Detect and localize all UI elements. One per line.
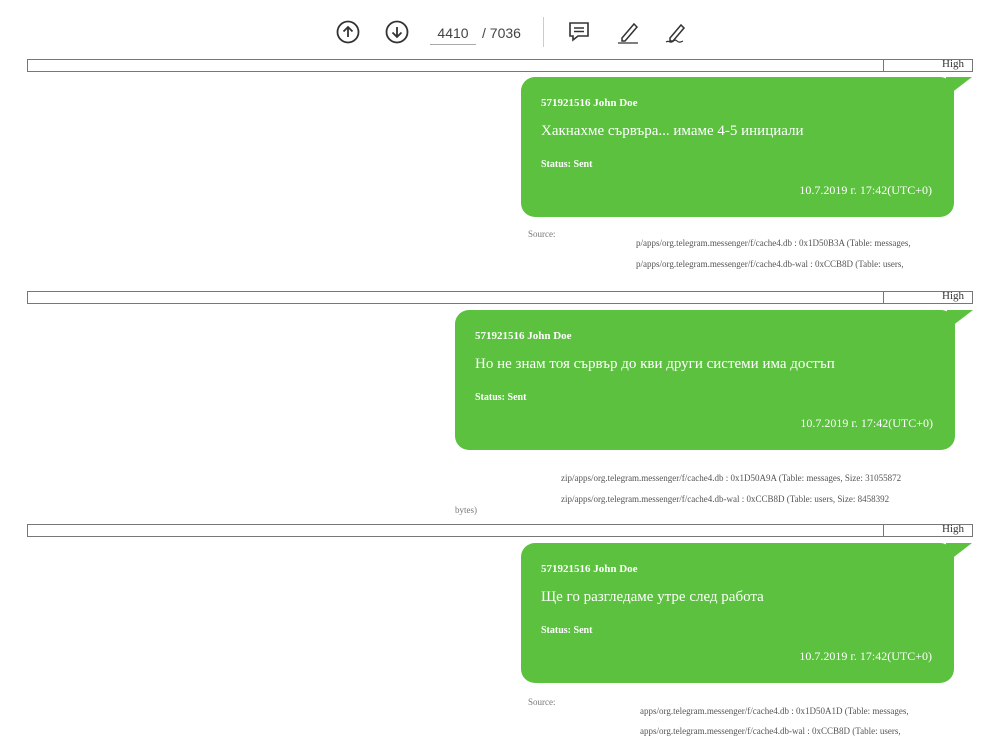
page-number-input[interactable]: 4410 [430, 22, 476, 45]
pdf-toolbar: 4410 / 7036 [0, 0, 985, 62]
highlight-button[interactable] [614, 18, 642, 46]
source-line: p/apps/org.telegram.messenger/f/cache4.d… [636, 259, 904, 269]
message-text: Хакнахме сървъра... имаме 4-5 инициали [541, 123, 804, 139]
record-header-row: High [27, 523, 973, 537]
message-status: Status: Sent [475, 392, 527, 403]
message-timestamp: 10.7.2019 г. 17:42(UTC+0) [799, 649, 932, 663]
toolbar-divider [543, 17, 544, 47]
message-timestamp: 10.7.2019 г. 17:42(UTC+0) [799, 183, 932, 197]
sign-button[interactable] [663, 18, 691, 46]
message-text: Но не знам тоя сървър до кви други систе… [475, 356, 835, 372]
message-sender: 571921516 John Doe [541, 97, 638, 109]
message-text: Ще го разгледаме утре след работа [541, 589, 764, 605]
message-status: Status: Sent [541, 625, 593, 636]
page-total: / 7036 [482, 25, 521, 41]
source-line: apps/org.telegram.messenger/f/cache4.db … [640, 706, 909, 716]
record-header-row: High [27, 58, 973, 72]
chat-message-bubble[interactable]: 571921516 John Doe Хакнахме сървъра... и… [521, 77, 972, 217]
priority-label: High [942, 58, 964, 70]
signature-pen-icon [665, 23, 686, 43]
source-label: Source: [528, 697, 556, 707]
chat-message-bubble[interactable]: 571921516 John Doe Но не знам тоя сървър… [455, 310, 973, 450]
source-line: apps/org.telegram.messenger/f/cache4.db-… [640, 726, 901, 736]
comment-button[interactable] [565, 18, 593, 46]
priority-label: High [942, 290, 964, 302]
source-line: zip/apps/org.telegram.messenger/f/cache4… [561, 473, 902, 483]
message-sender: 571921516 John Doe [541, 563, 638, 575]
source-line: zip/apps/org.telegram.messenger/f/cache4… [561, 494, 890, 504]
highlighter-pen-icon [618, 22, 639, 44]
next-page-button[interactable] [383, 18, 411, 46]
source-label: Source: [528, 229, 556, 239]
message-timestamp: 10.7.2019 г. 17:42(UTC+0) [800, 416, 933, 430]
arrow-down-circle-icon [385, 20, 409, 44]
source-label: bytes) [455, 505, 477, 515]
arrow-up-circle-icon [336, 20, 360, 44]
message-sender: 571921516 John Doe [475, 330, 572, 342]
message-status: Status: Sent [541, 159, 593, 170]
comment-icon [569, 22, 589, 42]
priority-label: High [942, 523, 964, 535]
source-line: p/apps/org.telegram.messenger/f/cache4.d… [636, 238, 911, 248]
record-header-row: High [27, 290, 973, 304]
chat-message-bubble[interactable]: 571921516 John Doe Ще го разгледаме утре… [521, 543, 972, 683]
previous-page-button[interactable] [334, 18, 362, 46]
